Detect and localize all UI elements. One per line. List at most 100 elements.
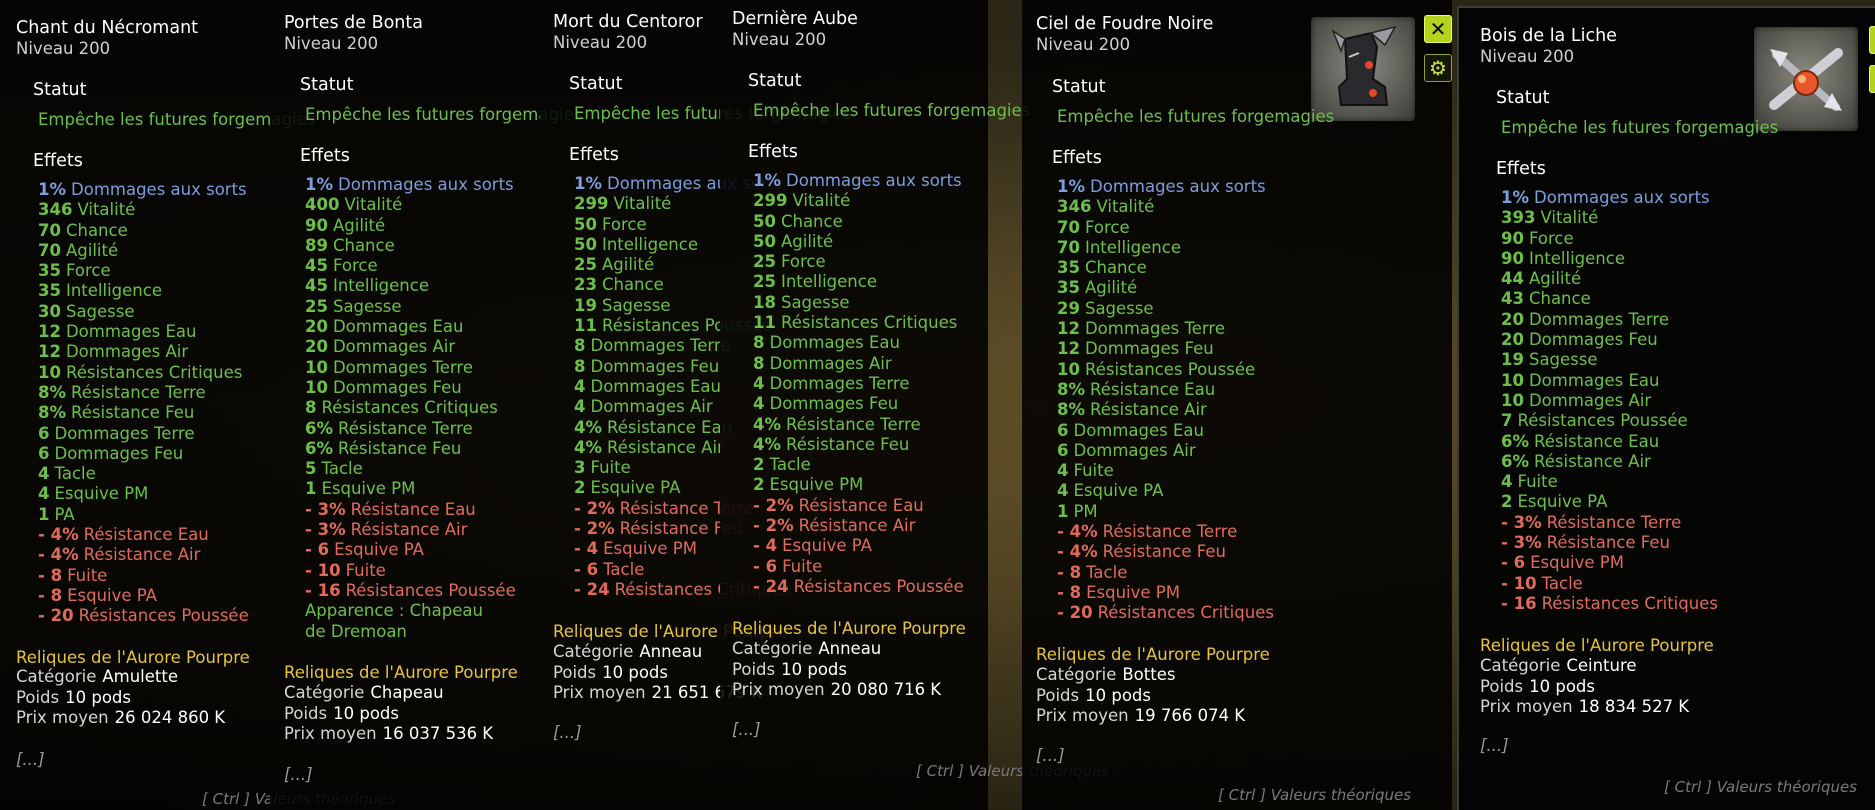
effect-label: Résistances Critiques xyxy=(780,313,958,333)
set-name[interactable]: Reliques de l'Aurore Pourpre xyxy=(16,648,250,667)
effect-label: Dommages Eau xyxy=(1073,420,1205,440)
effect-value: 4 xyxy=(38,484,50,504)
set-name[interactable]: Reliques de l'Aurore Pourpre xyxy=(1036,645,1270,664)
effect-label: Force xyxy=(780,252,826,272)
effect-line: - 16 Résistances Critiques xyxy=(1501,594,1718,614)
effect-value: - 8 xyxy=(38,585,63,605)
effect-label: Fuite xyxy=(345,560,386,580)
effect-line: 18 Sagesse xyxy=(753,293,964,313)
effect-label: Résistances Critiques xyxy=(1097,603,1274,623)
set-name[interactable]: Reliques de l'Aurore Pourpre xyxy=(284,663,518,682)
effect-line: 12 Dommages Eau xyxy=(38,322,249,342)
effect-value: - 4 xyxy=(753,536,778,556)
effect-value: 299 xyxy=(574,194,609,214)
effect-line: 10 Dommages Feu xyxy=(305,378,516,398)
effect-value: 35 xyxy=(38,261,61,281)
more-ellipsis[interactable]: [...] xyxy=(1480,736,1509,755)
effect-line: 50 Agilité xyxy=(753,232,964,252)
set-name[interactable]: Reliques de l'Aurore Pourpre xyxy=(732,619,966,638)
effect-value: 70 xyxy=(38,240,61,260)
effect-line: 1% Dommages aux sorts xyxy=(1057,177,1274,197)
effect-label: Tacle xyxy=(603,559,645,579)
effect-label: Dommages Feu xyxy=(332,377,462,397)
effect-label: Résistance Eau xyxy=(83,525,209,545)
effect-label: Résistance Eau xyxy=(607,417,733,437)
effect-label: Chance xyxy=(1084,258,1147,278)
effect-label: Esquive PA xyxy=(67,585,157,605)
effect-label: Tacle xyxy=(1541,573,1583,593)
effect-value: 1% xyxy=(574,174,603,193)
effect-value: 1% xyxy=(1057,177,1086,196)
effect-label: Vitalité xyxy=(1540,208,1599,228)
effect-label: Esquive PM xyxy=(54,484,149,504)
effect-value: 393 xyxy=(1501,208,1536,228)
item-name: Chant du Nécromant xyxy=(16,18,199,38)
settings-button[interactable]: ⚙ xyxy=(1424,54,1452,82)
set-name[interactable]: Reliques de l'Aurore Pourpre xyxy=(1480,636,1714,655)
effect-line: 6% Résistance Eau xyxy=(1501,432,1718,452)
weight-label: Poids xyxy=(16,687,60,707)
more-ellipsis[interactable]: [...] xyxy=(284,765,313,784)
category-label: Catégorie xyxy=(16,667,97,686)
effect-label: PM xyxy=(1073,501,1098,521)
effect-label: Vitalité xyxy=(344,195,403,215)
price-label: Prix moyen xyxy=(1480,697,1573,716)
effect-value: 45 xyxy=(305,276,328,296)
effect-label: Esquive PA xyxy=(1517,492,1608,512)
settings-button-edge[interactable] xyxy=(1869,65,1875,93)
close-icon: ✕ xyxy=(1429,17,1447,41)
more-ellipsis[interactable]: [...] xyxy=(1036,746,1065,765)
effect-label: Dommages Terre xyxy=(1084,319,1225,339)
effect-value: - 20 xyxy=(38,606,74,626)
effect-value: - 2% xyxy=(753,495,794,515)
effect-label: Résistances Critiques xyxy=(1541,593,1718,613)
more-ellipsis[interactable]: [...] xyxy=(553,723,582,742)
effect-value: 8 xyxy=(753,353,765,373)
effects-title: Effets xyxy=(1496,159,1546,179)
effect-value: 346 xyxy=(38,200,73,220)
effect-value: 4% xyxy=(574,417,603,437)
effect-line: - 4% Résistance Feu xyxy=(1057,542,1274,562)
effect-label: Fuite xyxy=(1073,461,1114,481)
effect-value: 400 xyxy=(305,195,340,215)
effect-value: - 2% xyxy=(574,519,615,539)
effect-label: Dommages Feu xyxy=(590,356,720,376)
effect-value: 43 xyxy=(1501,289,1524,309)
effect-value: 8% xyxy=(38,382,67,402)
effect-label: PA xyxy=(54,504,75,524)
category-value: Chapeau xyxy=(370,683,444,702)
effect-label: Dommages Eau xyxy=(65,322,197,342)
effect-label: Vitalité xyxy=(77,200,136,220)
price-label: Prix moyen xyxy=(16,708,109,727)
effect-line: 400 Vitalité xyxy=(305,195,516,215)
effect-line: 1 Esquive PM xyxy=(305,479,516,499)
effect-value: 10 xyxy=(1501,390,1524,410)
weight-value: 10 pods xyxy=(1085,685,1152,705)
more-ellipsis[interactable]: [...] xyxy=(732,720,761,739)
effect-value: 6 xyxy=(1057,420,1069,440)
effect-value: 35 xyxy=(1057,258,1080,278)
effect-label: Vitalité xyxy=(792,191,851,211)
effect-label: Dommages Terre xyxy=(769,373,910,393)
statut-text: Empêche les futures forgemagies xyxy=(753,101,1031,120)
effect-line: - 2% Résistance Eau xyxy=(753,496,964,516)
more-ellipsis[interactable]: [...] xyxy=(16,750,45,769)
effect-label: Esquive PA xyxy=(334,540,424,560)
effect-value: 6% xyxy=(1501,451,1530,471)
effect-value: 10 xyxy=(1057,359,1080,379)
effect-label: Fuite xyxy=(590,458,631,478)
effect-value: 4 xyxy=(1057,461,1069,481)
close-button-edge[interactable] xyxy=(1869,26,1875,54)
close-button[interactable]: ✕ xyxy=(1424,15,1452,43)
effect-line: 2 Esquive PA xyxy=(1501,492,1718,512)
effect-line: 4 Esquive PA xyxy=(1057,481,1274,501)
effects-title: Effets xyxy=(1052,148,1102,168)
effect-label: Résistances Poussée xyxy=(1517,411,1688,431)
effect-label: Agilité xyxy=(780,231,834,251)
effect-label: Dommages aux sorts xyxy=(71,180,247,199)
effect-line: 20 Dommages Air xyxy=(305,337,516,357)
effect-label: Dommages Feu xyxy=(1528,330,1658,350)
effect-label: Résistances Poussée xyxy=(1084,359,1256,379)
effect-label: Esquive PA xyxy=(1073,481,1164,501)
effect-line: 25 Sagesse xyxy=(305,297,516,317)
